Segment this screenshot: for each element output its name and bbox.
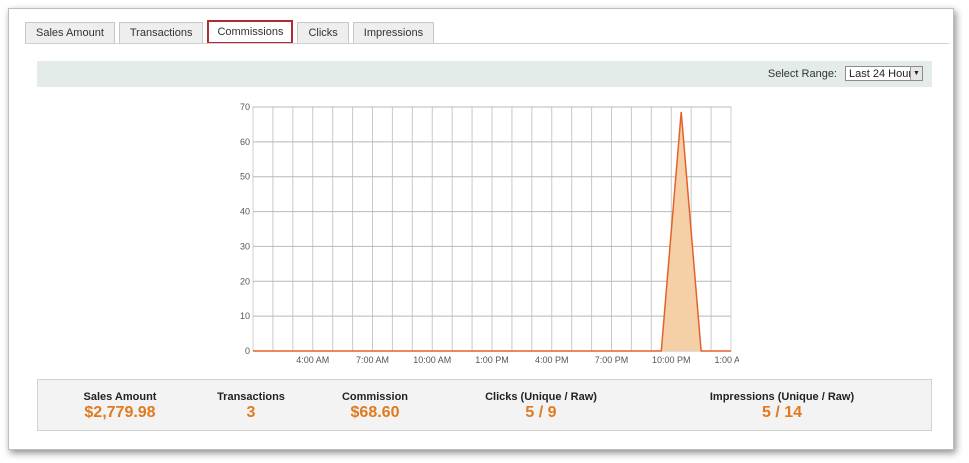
tab-commissions[interactable]: Commissions [207,20,294,44]
commissions-panel: Sales Amount Transactions Commissions Cl… [8,8,954,450]
range-select[interactable]: Last 24 Hours ▼ [845,66,923,81]
summary-bar: Sales Amount $2,779.98 Transactions 3 Co… [37,379,932,431]
tab-impressions[interactable]: Impressions [352,22,435,43]
stat-transactions: Transactions 3 [217,391,285,422]
x-tick-label: 10:00 PM [652,355,691,365]
stat-impressions: Impressions (Unique / Raw) 5 / 14 [710,391,854,422]
x-tick-label: 4:00 AM [296,355,329,365]
stat-label: Impressions (Unique / Raw) [709,391,855,403]
y-tick-label: 20 [240,276,250,286]
stat-value: $68.60 [350,404,400,421]
y-tick-label: 30 [240,241,250,251]
select-range-label: Select Range: [767,68,837,80]
stat-label: Commission [341,391,409,403]
stat-value: $2,779.98 [84,404,156,421]
x-tick-label: 1:00 PM [475,355,509,365]
range-select-value: Last 24 Hours [849,68,918,80]
stat-value: 3 [246,404,256,421]
chevron-down-icon[interactable]: ▼ [910,67,922,80]
stat-value: 5 / 9 [525,404,557,421]
x-tick-label: 10:00 AM [413,355,451,365]
y-tick-label: 70 [240,102,250,112]
x-tick-label: 1:00 AM [714,355,739,365]
x-tick-label: 4:00 PM [535,355,569,365]
range-toolbar: Select Range: Last 24 Hours ▼ [37,61,932,87]
y-tick-label: 50 [240,172,250,182]
commissions-chart: 0 10 20 30 40 50 60 70 4:00 AM 7:00 AM 10:00 AM 1:0… [240,102,739,365]
report-tabs: Sales Amount Transactions Commissions Cl… [25,20,435,44]
stat-label: Transactions [217,391,285,403]
y-tick-label: 40 [240,207,250,217]
y-tick-label: 10 [240,311,250,321]
y-tick-label: 0 [245,346,250,356]
tab-divider [25,43,949,44]
stat-value: 5 / 14 [761,404,803,421]
y-tick-label: 60 [240,137,250,147]
stat-sales-amount: Sales Amount $2,779.98 [84,391,157,422]
tab-sales-amount[interactable]: Sales Amount [25,22,115,43]
tab-clicks[interactable]: Clicks [297,22,349,43]
tab-transactions[interactable]: Transactions [118,22,204,43]
stat-label: Clicks (Unique / Raw) [485,391,597,403]
x-tick-label: 7:00 PM [595,355,629,365]
x-tick-label: 7:00 AM [356,355,389,365]
stat-commission: Commission $68.60 [342,391,408,422]
stat-clicks: Clicks (Unique / Raw) 5 / 9 [485,391,597,422]
stat-label: Sales Amount [83,391,157,403]
